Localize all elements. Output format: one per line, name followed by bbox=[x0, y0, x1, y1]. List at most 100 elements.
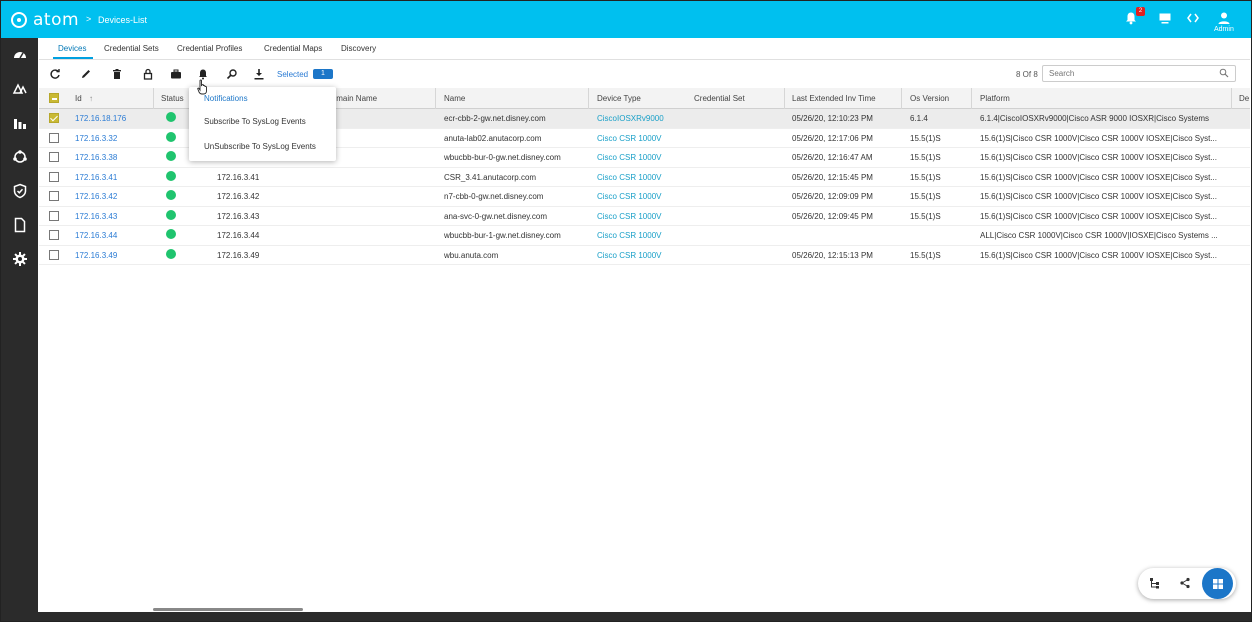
row-checkbox[interactable] bbox=[49, 132, 59, 143]
search-field[interactable] bbox=[1042, 65, 1236, 82]
column-header-id[interactable]: Id bbox=[75, 94, 82, 103]
cell-id[interactable]: 172.16.3.32 bbox=[75, 134, 150, 143]
atom-logo[interactable]: atom bbox=[11, 10, 79, 30]
status-indicator bbox=[166, 131, 176, 142]
code-brackets-icon[interactable] bbox=[1186, 11, 1200, 25]
sidebar-item-dashboard[interactable] bbox=[1, 38, 38, 72]
status-indicator bbox=[166, 229, 176, 239]
column-header-status[interactable]: Status bbox=[161, 94, 184, 103]
cell-device-type[interactable]: Cisco CSR 1000V bbox=[597, 192, 687, 201]
table-row[interactable]: 172.16.3.43 172.16.3.43 ana-svc-0-gw.net.d… bbox=[39, 207, 1250, 226]
sidebar bbox=[1, 38, 38, 621]
sidebar-item-security[interactable] bbox=[1, 174, 38, 208]
column-header-last-inv-time[interactable]: Last Extended Inv Time bbox=[792, 94, 876, 103]
table-row[interactable]: 172.16.3.49 172.16.3.49 wbu.anuta.com Cisco… bbox=[39, 246, 1250, 265]
status-indicator bbox=[166, 112, 176, 122]
topology-view-button[interactable] bbox=[1178, 576, 1192, 590]
cell-device-type[interactable]: CiscoIOSXRv9000 bbox=[597, 114, 687, 123]
cell-id[interactable]: 172.16.3.43 bbox=[75, 212, 150, 221]
cell-device-type[interactable]: Cisco CSR 1000V bbox=[597, 134, 687, 143]
column-header-credential-set[interactable]: Credential Set bbox=[694, 94, 745, 103]
row-checkbox[interactable] bbox=[49, 152, 59, 162]
cell-domain: 172.16.3.42 bbox=[217, 192, 260, 201]
edit-icon[interactable] bbox=[80, 68, 92, 80]
row-checkbox[interactable] bbox=[49, 230, 59, 240]
cell-device-type[interactable]: Cisco CSR 1000V bbox=[597, 231, 687, 240]
horizontal-scrollbar[interactable] bbox=[153, 608, 303, 611]
cell-platform: 6.1.4|CiscoIOSXRv9000|Cisco ASR 9000 IOS… bbox=[980, 114, 1209, 123]
cell-device-type[interactable]: Cisco CSR 1000V bbox=[597, 251, 687, 260]
view-switcher bbox=[1138, 568, 1236, 599]
refresh-icon[interactable] bbox=[49, 68, 61, 80]
monitor-icon[interactable] bbox=[1158, 11, 1172, 25]
cell-last-inv-time: 05/26/20, 12:15:13 PM bbox=[792, 250, 873, 260]
status-indicator bbox=[166, 151, 176, 161]
sort-arrow-icon[interactable]: ↑ bbox=[89, 94, 93, 103]
share-nodes-icon bbox=[1180, 577, 1190, 589]
select-all-checkbox[interactable] bbox=[49, 93, 59, 103]
cell-device-type[interactable]: Cisco CSR 1000V bbox=[597, 153, 687, 162]
cell-os-version: 6.1.4 bbox=[910, 114, 928, 123]
cell-id[interactable]: 172.16.3.49 bbox=[75, 251, 150, 260]
tab-devices[interactable]: Devices bbox=[58, 44, 86, 53]
table-row[interactable]: 172.16.3.41 172.16.3.41 CSR_3.41.anutacorp… bbox=[39, 168, 1250, 187]
atom-logo-icon bbox=[11, 12, 27, 28]
column-divider bbox=[153, 88, 154, 109]
cell-platform: 15.6(1)S|Cisco CSR 1000V|Cisco CSR 1000V… bbox=[980, 153, 1217, 162]
column-header-extra[interactable]: De bbox=[1239, 94, 1249, 103]
subscribe-syslog-item[interactable]: Subscribe To SysLog Events bbox=[204, 117, 306, 126]
cell-device-type[interactable]: Cisco CSR 1000V bbox=[597, 212, 687, 221]
cell-domain: 172.16.3.49 bbox=[217, 250, 260, 260]
cell-id[interactable]: 172.16.3.44 bbox=[75, 231, 150, 240]
column-header-platform[interactable]: Platform bbox=[980, 94, 1010, 103]
tab-credential-maps[interactable]: Credential Maps bbox=[264, 44, 322, 53]
hand-cursor-icon bbox=[197, 79, 207, 95]
sidebar-item-settings[interactable] bbox=[1, 242, 38, 276]
cell-platform: ALL|Cisco CSR 1000V|Cisco CSR 1000V|IOSX… bbox=[980, 231, 1218, 240]
row-checkbox[interactable] bbox=[49, 171, 59, 182]
download-icon[interactable] bbox=[253, 68, 265, 80]
search-input[interactable] bbox=[1049, 66, 1214, 81]
cell-name: n7-cbb-0-gw.net.disney.com bbox=[444, 192, 544, 201]
table-row[interactable]: 172.16.3.42 172.16.3.42 n7-cbb-0-gw.net.di… bbox=[39, 187, 1250, 207]
row-checkbox[interactable] bbox=[49, 249, 59, 260]
column-header-os-version[interactable]: Os Version bbox=[910, 94, 949, 103]
status-indicator bbox=[166, 170, 176, 181]
sidebar-item-topology[interactable] bbox=[1, 140, 38, 174]
table-row[interactable]: 172.16.3.44 172.16.3.44 wbucbb-bur-1-gw.ne… bbox=[39, 226, 1250, 246]
gear-icon bbox=[12, 252, 27, 266]
cell-last-inv-time: 05/26/20, 12:17:06 PM bbox=[792, 133, 873, 143]
search-icon[interactable] bbox=[226, 68, 238, 80]
tree-view-button[interactable] bbox=[1148, 576, 1162, 590]
row-checkbox[interactable] bbox=[49, 191, 59, 201]
cell-platform: 15.6(1)S|Cisco CSR 1000V|Cisco CSR 1000V… bbox=[980, 133, 1217, 143]
cell-name: ana-svc-0-gw.net.disney.com bbox=[444, 211, 548, 221]
delete-icon[interactable] bbox=[111, 68, 123, 80]
briefcase-icon[interactable] bbox=[170, 68, 182, 80]
tab-credential-profiles[interactable]: Credential Profiles bbox=[177, 44, 242, 53]
cell-id[interactable]: 172.16.3.38 bbox=[75, 153, 150, 162]
breadcrumb[interactable]: Devices-List bbox=[98, 15, 147, 25]
row-checkbox[interactable] bbox=[49, 113, 59, 123]
tab-discovery[interactable]: Discovery bbox=[341, 44, 376, 53]
sidebar-item-devices[interactable] bbox=[1, 72, 38, 106]
user-icon[interactable] bbox=[1217, 11, 1231, 25]
search-icon[interactable] bbox=[1219, 68, 1229, 78]
sidebar-item-documents[interactable] bbox=[1, 208, 38, 242]
topology-icon bbox=[12, 150, 27, 163]
document-icon bbox=[14, 217, 25, 233]
grid-view-button[interactable] bbox=[1202, 568, 1233, 599]
sidebar-item-analytics[interactable] bbox=[1, 106, 38, 140]
row-checkbox[interactable] bbox=[49, 210, 59, 221]
unsubscribe-syslog-item[interactable]: UnSubscribe To SysLog Events bbox=[204, 142, 316, 151]
lock-icon[interactable] bbox=[142, 68, 154, 80]
cell-id[interactable]: 172.16.18.176 bbox=[75, 114, 150, 123]
cell-id[interactable]: 172.16.3.41 bbox=[75, 173, 150, 182]
cell-device-type[interactable]: Cisco CSR 1000V bbox=[597, 173, 687, 182]
column-header-device-type[interactable]: Device Type bbox=[597, 94, 641, 103]
column-header-name[interactable]: Name bbox=[444, 94, 465, 103]
notification-badge: 2 bbox=[1136, 7, 1145, 16]
cell-name: ecr-cbb-2-gw.net.disney.com bbox=[444, 114, 546, 123]
cell-id[interactable]: 172.16.3.42 bbox=[75, 192, 150, 201]
tab-credential-sets[interactable]: Credential Sets bbox=[104, 44, 159, 53]
